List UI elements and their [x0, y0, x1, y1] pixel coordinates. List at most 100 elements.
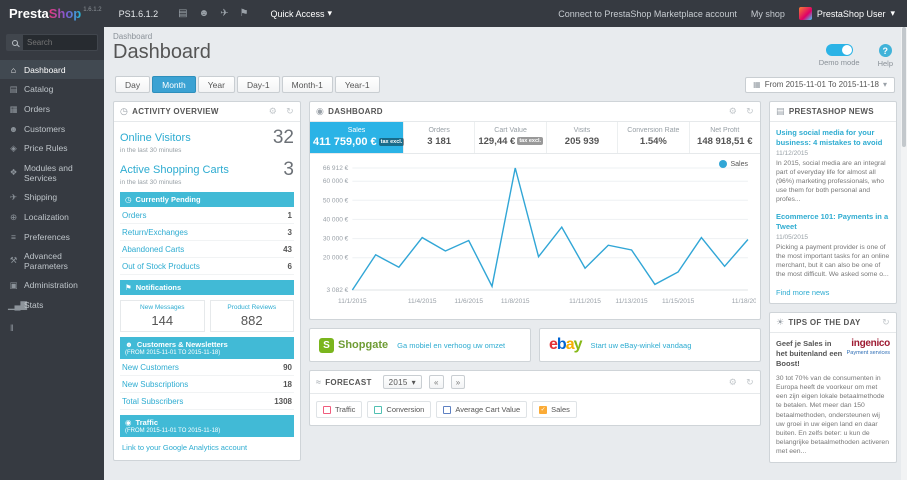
refresh-icon[interactable]: ↻	[882, 317, 890, 328]
refresh-icon[interactable]: ↻	[286, 106, 294, 117]
svg-text:11/15/2015: 11/15/2015	[662, 298, 695, 305]
kpi-conversion-rate[interactable]: Conversion Rate 1.54%	[618, 122, 690, 153]
ebay-banner[interactable]: ebay Start uw eBay-winkel vandaag	[539, 328, 761, 362]
sidebar-item-localization[interactable]: ⊕ Localization	[0, 207, 104, 227]
tab-year-1[interactable]: Year-1	[334, 76, 380, 93]
search-input[interactable]	[23, 34, 98, 51]
tab-day[interactable]: Day	[115, 76, 151, 93]
kpi-net-profit[interactable]: Net Profit 148 918,51 €	[690, 122, 760, 153]
tab-day-1[interactable]: Day-1	[236, 76, 280, 93]
forecast-toggle-average-cart-value[interactable]: Average Cart Value	[436, 401, 528, 418]
forecast-toggle-traffic[interactable]: Traffic	[316, 401, 363, 418]
shopgate-link[interactable]: Ga mobiel en verhoog uw omzet	[397, 341, 505, 350]
gauge-icon: ◉	[316, 106, 325, 116]
user-menu[interactable]: PrestaShop User ▾	[798, 7, 895, 20]
row-new-subscriptions: New Subscriptions 18	[120, 376, 294, 393]
truck-icon: ✈	[9, 191, 18, 202]
news-article-title[interactable]: Ecommerce 101: Payments in a Tweet	[776, 212, 890, 232]
sidebar-item-orders[interactable]: ▦ Orders	[0, 99, 104, 119]
sidebar-item-advanced-parameters[interactable]: ⚒ Advanced Parameters	[0, 246, 104, 275]
flag-icon[interactable]: ⚑	[240, 8, 249, 19]
prestashop-logo[interactable]: Presta Shop 1.6.1.2	[0, 6, 111, 21]
demo-mode-control: Demo mode	[819, 44, 860, 68]
traffic-checkbox[interactable]	[323, 405, 331, 414]
demo-mode-toggle[interactable]	[825, 44, 853, 56]
tab-year[interactable]: Year	[197, 76, 235, 93]
help-icon[interactable]: ?	[878, 44, 892, 57]
shipping-icon[interactable]: ✈	[220, 8, 228, 19]
orders-link[interactable]: Orders	[122, 211, 146, 220]
total-subscribers-link[interactable]: Total Subscribers	[122, 397, 183, 406]
forecast-prev-button[interactable]: «	[428, 375, 444, 389]
cart-icon: ▦	[9, 103, 18, 114]
product-reviews-box[interactable]: Product Reviews 882	[209, 300, 294, 332]
out-of-stock-link[interactable]: Out of Stock Products	[122, 262, 200, 271]
find-more-news-link[interactable]: Find more news	[776, 288, 890, 297]
new-subscriptions-link[interactable]: New Subscriptions	[122, 380, 188, 389]
gear-icon[interactable]: ⚙	[729, 377, 737, 388]
customer-icon[interactable]: ☻	[199, 8, 210, 19]
sidebar-item-modules[interactable]: ❖ Modules and Services	[0, 158, 104, 187]
refresh-icon[interactable]: ↻	[746, 106, 754, 117]
sidebar-item-catalog[interactable]: ▤ Catalog	[0, 79, 104, 99]
svg-text:66 912 €: 66 912 €	[323, 165, 349, 172]
abandoned-carts-link[interactable]: Abandoned Carts	[122, 245, 184, 254]
gear-icon[interactable]: ⚙	[729, 106, 737, 117]
forecast-toggle-sales[interactable]: ✓ Sales	[532, 401, 577, 418]
sidebar-item-preferences[interactable]: ≡ Preferences	[0, 227, 104, 246]
scrollbar-thumb[interactable]	[902, 27, 906, 147]
kpi-sales[interactable]: Sales 411 759,00 € tax excl.	[310, 122, 405, 153]
my-shop-link[interactable]: My shop	[751, 9, 785, 19]
online-visitors-stat: Online Visitors in the last 30 minutes 3…	[120, 127, 294, 154]
prestashop-news-panel: ▤ PRESTASHOP NEWS Using social media for…	[769, 101, 897, 304]
tag-icon: ◈	[10, 142, 17, 153]
ingenico-logo: ingenico Payment services	[846, 337, 891, 356]
quick-access-menu[interactable]: Quick Access ▾	[260, 8, 342, 19]
news-article-title[interactable]: Using social media for your business: 4 …	[776, 128, 890, 148]
forecast-year-select[interactable]: 2015 ▾	[382, 375, 422, 389]
sidebar-item-stats[interactable]: ▁▄▇ Stats	[0, 295, 104, 315]
logo-text-presta: Presta	[9, 6, 49, 21]
sales-checkbox[interactable]: ✓	[539, 405, 548, 414]
returns-link[interactable]: Return/Exchanges	[122, 228, 188, 237]
page-title: Dashboard	[113, 41, 211, 63]
bar-chart-icon: ▁▄▇	[8, 299, 28, 310]
sidebar: ⌂Dashboard ▤Catalog ▦Orders ☻Customers ◈…	[0, 27, 104, 480]
sidebar-item-administration[interactable]: ▣ Administration	[0, 275, 104, 295]
pending-row-orders: Orders 1	[120, 207, 294, 224]
activity-panel-title: ACTIVITY OVERVIEW	[132, 107, 219, 116]
kpi-orders[interactable]: Orders 3 181	[404, 122, 476, 153]
new-messages-box[interactable]: New Messages 144	[120, 300, 205, 332]
sidebar-item-dashboard[interactable]: ⌂ Dashboard	[0, 60, 104, 79]
google-analytics-link[interactable]: Link to your Google Analytics account	[120, 437, 294, 454]
date-range-picker[interactable]: ▦ From 2015-11-01 To 2015-11-18 ▾	[745, 76, 895, 93]
chart-legend[interactable]: Sales	[719, 160, 748, 168]
search-icon[interactable]	[6, 34, 23, 51]
new-customers-link[interactable]: New Customers	[122, 363, 179, 372]
tab-month[interactable]: Month	[152, 76, 196, 93]
kpi-visits[interactable]: Visits 205 939	[547, 122, 619, 153]
sidebar-collapse-handle[interactable]: ‖	[0, 315, 104, 341]
dashboard-panel-title: DASHBOARD	[328, 107, 383, 116]
conversion-checkbox[interactable]	[374, 405, 383, 414]
average-cart-value-checkbox[interactable]	[443, 405, 452, 414]
kpi-cart-value[interactable]: Cart Value 129,44 € tax excl.	[475, 122, 547, 153]
cart-icon[interactable]: ▤	[178, 8, 187, 19]
sidebar-item-price-rules[interactable]: ◈ Price Rules	[0, 138, 104, 158]
forecast-toggle-conversion[interactable]: Conversion	[367, 401, 432, 418]
traffic-header: ◉ Traffic (FROM 2015-11-01 TO 2015-11-18)	[120, 415, 294, 437]
svg-text:60 000 €: 60 000 €	[323, 178, 349, 185]
ebay-link[interactable]: Start uw eBay-winkel vandaag	[591, 341, 692, 350]
tab-month-1[interactable]: Month-1	[281, 76, 333, 93]
forecast-next-button[interactable]: »	[450, 375, 466, 389]
online-visitors-link[interactable]: Online Visitors	[120, 132, 191, 144]
sidebar-item-customers[interactable]: ☻ Customers	[0, 119, 104, 138]
active-carts-link[interactable]: Active Shopping Carts	[120, 164, 229, 176]
sidebar-item-shipping[interactable]: ✈ Shipping	[0, 187, 104, 207]
marketplace-link[interactable]: Connect to PrestaShop Marketplace accoun…	[558, 9, 737, 19]
page-scrollbar[interactable]	[901, 27, 907, 480]
shopgate-banner[interactable]: S Shopgate Ga mobiel en verhoog uw omzet	[309, 328, 531, 362]
news-article-date: 11/05/2015	[776, 233, 809, 241]
gear-icon[interactable]: ⚙	[269, 106, 277, 117]
refresh-icon[interactable]: ↻	[746, 377, 754, 388]
